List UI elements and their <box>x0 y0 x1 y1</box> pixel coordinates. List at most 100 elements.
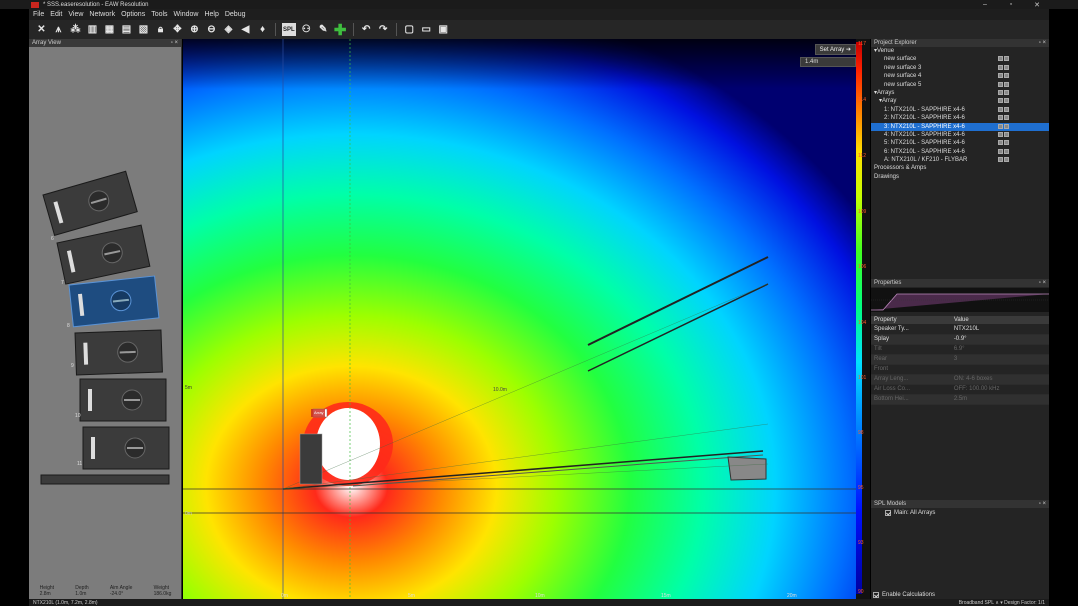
height-input[interactable]: 1.4m <box>800 57 856 67</box>
tree-item[interactable]: 5: NTX210L - SAPPHIRE x4-6 <box>871 139 1049 147</box>
menu-view[interactable]: View <box>68 11 83 18</box>
microphone-icon[interactable]: ♦ <box>256 23 269 36</box>
open-folder-icon[interactable]: ▭ <box>420 23 433 36</box>
row-action-icons[interactable] <box>998 56 1009 62</box>
set-array-button[interactable]: Set Array ➔ <box>814 44 856 55</box>
lock-icon[interactable] <box>998 148 1003 154</box>
delete-icon[interactable] <box>1004 106 1009 112</box>
wand-icon[interactable]: ⁂ <box>69 23 82 36</box>
lock-icon[interactable] <box>998 123 1003 129</box>
status-design[interactable]: Broadband SPL ∧ ▾ Design Factor: 1/1 <box>959 600 1045 606</box>
delete-icon[interactable] <box>1004 115 1009 121</box>
menu-network[interactable]: Network <box>89 11 115 18</box>
maximize-button[interactable]: ▫ <box>1006 1 1016 8</box>
grid-icon[interactable]: ▧ <box>137 23 150 36</box>
lock-icon[interactable] <box>998 131 1003 137</box>
align-icon[interactable]: ▤ <box>120 23 133 36</box>
cabinet-4[interactable] <box>74 329 163 376</box>
property-value[interactable]: NTX210L <box>950 324 1049 335</box>
spl-plot-area[interactable]: Array 10.0m 0m 5m 0m 5m 10m 15m 20m Set … <box>183 39 856 599</box>
wrench-icon[interactable]: ✎ <box>317 23 330 36</box>
property-row[interactable]: Speaker Ty... NTX210L <box>871 324 1049 335</box>
panel-dock-controls[interactable]: ▫ × <box>171 40 178 46</box>
cabinet-5[interactable] <box>79 378 167 422</box>
new-file-icon[interactable]: ▢ <box>403 23 416 36</box>
row-action-icons[interactable] <box>998 148 1009 154</box>
row-action-icons[interactable] <box>998 81 1009 87</box>
delete-icon[interactable] <box>1004 98 1009 104</box>
zoom-out-icon[interactable]: ⊖ <box>205 23 218 36</box>
tree-item[interactable]: 6: NTX210L - SAPPHIRE x4-6 <box>871 148 1049 156</box>
spl-model-item[interactable]: Main: All Arrays <box>871 508 1049 518</box>
menu-edit[interactable]: Edit <box>50 11 62 18</box>
menu-options[interactable]: Options <box>121 11 145 18</box>
enable-calculations-checkbox[interactable] <box>873 592 879 598</box>
tools-icon[interactable]: ✕ <box>35 23 48 36</box>
menu-debug[interactable]: Debug <box>225 11 246 18</box>
property-row[interactable]: Splay -0.9° <box>871 334 1049 345</box>
tree-item[interactable]: new surface 3 <box>871 64 1049 72</box>
cabinet-2[interactable] <box>56 224 151 285</box>
redo-icon[interactable]: ↷ <box>377 23 390 36</box>
row-action-icons[interactable] <box>998 98 1009 104</box>
pin-icon[interactable]: ◈ <box>222 23 235 36</box>
lock-icon[interactable] <box>998 115 1003 121</box>
tree-item[interactable]: 4: NTX210L - SAPPHIRE x4-6 <box>871 131 1049 139</box>
tree-item[interactable]: 1: NTX210L - SAPPHIRE x4-6 <box>871 106 1049 114</box>
delete-icon[interactable] <box>1004 89 1009 95</box>
row-action-icons[interactable] <box>998 106 1009 112</box>
minimize-button[interactable]: – <box>980 1 990 8</box>
panel-dock-controls[interactable]: ▫ × <box>1039 501 1046 507</box>
row-action-icons[interactable] <box>998 115 1009 121</box>
row-action-icons[interactable] <box>998 131 1009 137</box>
delete-icon[interactable] <box>1004 81 1009 87</box>
save-icon[interactable]: ▣ <box>437 23 450 36</box>
tree-item[interactable]: ▾Venue <box>871 47 1049 55</box>
cabinet-1[interactable] <box>42 170 138 236</box>
lock-icon[interactable] <box>998 106 1003 112</box>
menu-tools[interactable]: Tools <box>151 11 167 18</box>
array-view-canvas[interactable]: 6 7 8 9 10 11 <box>29 47 182 587</box>
cabinet-6[interactable] <box>82 426 170 470</box>
network-icon[interactable]: ⚇ <box>300 23 313 36</box>
tree-item[interactable]: A: NTX210L / KF210 - FLYBAR <box>871 156 1049 164</box>
property-value[interactable]: -0.9° <box>950 334 1049 345</box>
lock-icon[interactable] <box>998 98 1003 104</box>
row-action-icons[interactable] <box>998 73 1009 79</box>
lock-icon[interactable] <box>998 81 1003 87</box>
tree-item[interactable]: 3: NTX210L - SAPPHIRE x4-6 <box>871 122 1049 131</box>
tree-item[interactable]: Drawings <box>871 173 1049 181</box>
enable-calculations[interactable]: Enable Calculations <box>873 592 935 598</box>
delete-icon[interactable] <box>1004 140 1009 146</box>
rear-surface[interactable] <box>727 456 767 481</box>
tree-item[interactable]: new surface <box>871 55 1049 63</box>
lock-icon[interactable]: 🔒︎ <box>154 23 167 36</box>
tree-item[interactable]: new surface 4 <box>871 72 1049 80</box>
spl-heatmap[interactable]: Array 10.0m 0m 5m 0m 5m 10m 15m 20m <box>183 39 856 599</box>
delete-icon[interactable] <box>1004 73 1009 79</box>
menu-help[interactable]: Help <box>204 11 218 18</box>
add-icon[interactable]: ✚ <box>334 22 347 39</box>
delete-icon[interactable] <box>1004 157 1009 163</box>
close-button[interactable]: ✕ <box>1032 1 1042 9</box>
flybar[interactable] <box>40 474 170 485</box>
delete-icon[interactable] <box>1004 64 1009 70</box>
tree-item[interactable]: ▾Arrays <box>871 89 1049 97</box>
panel-dock-controls[interactable]: ▫ × <box>1039 40 1046 46</box>
tree-item[interactable]: ▾Array <box>871 97 1049 105</box>
array-icon[interactable]: ⩚ <box>52 23 65 36</box>
row-action-icons[interactable] <box>998 157 1009 163</box>
spl-button[interactable]: SPL <box>282 23 296 36</box>
delete-icon[interactable] <box>1004 148 1009 154</box>
tree-item[interactable]: Processors & Amps <box>871 164 1049 172</box>
row-action-icons[interactable] <box>998 64 1009 70</box>
row-action-icons[interactable] <box>998 123 1009 129</box>
undo-icon[interactable]: ↶ <box>360 23 373 36</box>
row-action-icons[interactable] <box>998 89 1009 95</box>
delete-icon[interactable] <box>1004 123 1009 129</box>
tree-item[interactable]: new surface 5 <box>871 81 1049 89</box>
cabinet-3-selected[interactable] <box>68 275 160 328</box>
lock-icon[interactable] <box>998 157 1003 163</box>
chart-icon[interactable]: ▥ <box>86 23 99 36</box>
tree-item[interactable]: 2: NTX210L - SAPPHIRE x4-6 <box>871 114 1049 122</box>
